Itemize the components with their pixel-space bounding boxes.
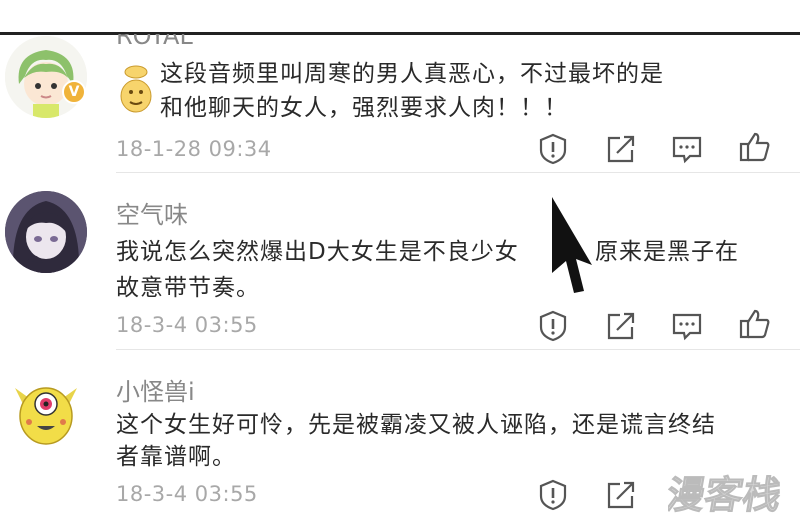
avatar[interactable]	[5, 36, 87, 118]
verified-badge: V	[62, 80, 86, 104]
share-icon[interactable]	[604, 132, 638, 166]
like-icon[interactable]	[738, 307, 772, 341]
comment-text: 和他聊天的女人，强烈要求人肉！！！	[160, 95, 568, 121]
svg-text:漫客栈: 漫客栈	[668, 473, 785, 518]
username[interactable]: 空气味	[116, 195, 188, 230]
comment-text: 我说怎么突然爆出D大女生是不良少女	[116, 239, 519, 265]
share-icon[interactable]	[604, 309, 638, 343]
share-icon[interactable]	[604, 478, 638, 512]
report-icon[interactable]	[536, 478, 570, 512]
emoji-icon	[120, 65, 152, 113]
like-icon[interactable]	[738, 130, 772, 164]
report-icon[interactable]	[536, 132, 570, 166]
comment-text: 这段音频里叫周寒的男人真恶心，不过最坏的是	[160, 61, 664, 87]
comment-item: V ROYAL 这段音频里叫周寒的男人真恶心，不过最坏的是 和他聊天的女人，强烈…	[0, 0, 800, 173]
avatar[interactable]	[5, 368, 87, 450]
username[interactable]: 小怪兽i	[116, 372, 195, 407]
comment-text: 原来是黑子在	[595, 239, 739, 265]
reply-icon[interactable]	[670, 132, 704, 166]
reply-icon[interactable]	[670, 309, 704, 343]
watermark-logo: 漫客栈	[662, 466, 792, 520]
comment-text: 故意带节奏。	[116, 275, 260, 301]
avatar[interactable]	[5, 191, 87, 273]
timestamp: 18-1-28 09:34	[116, 137, 272, 161]
report-icon[interactable]	[536, 309, 570, 343]
timestamp: 18-3-4 03:55	[116, 482, 258, 506]
username[interactable]: ROYAL	[116, 34, 193, 50]
comment-item: 空气味 我说怎么突然爆出D大女生是不良少女 原来是黑子在 故意带节奏。 18-3…	[0, 173, 800, 350]
mouse-cursor-icon	[552, 197, 592, 293]
timestamp: 18-3-4 03:55	[116, 313, 258, 337]
